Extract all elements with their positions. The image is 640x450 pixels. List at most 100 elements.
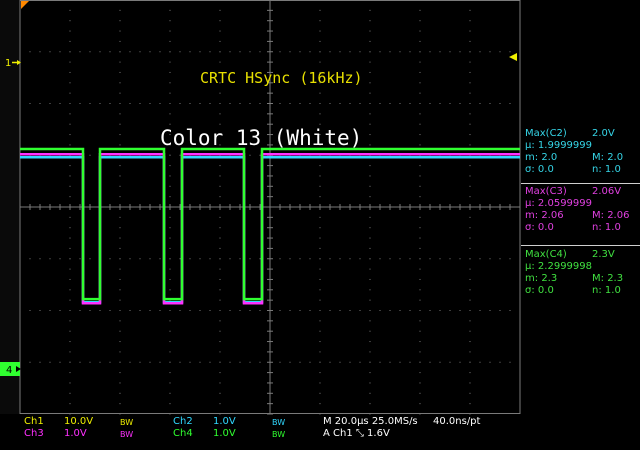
grid-dot — [429, 103, 431, 104]
max-value: 2.0 — [607, 152, 624, 163]
grid-dot — [169, 278, 171, 280]
grid-dot — [369, 237, 371, 239]
grid-dot — [319, 392, 321, 394]
grid-dot — [169, 258, 171, 260]
grid-dot — [459, 310, 461, 311]
grid-dot — [119, 351, 121, 353]
grid-dot — [209, 361, 211, 363]
ch1-scale[interactable]: 10.0V — [64, 416, 93, 428]
grid-dot — [139, 361, 141, 363]
grid-dot — [59, 103, 61, 104]
grid-dot — [59, 361, 61, 363]
grid-dot — [59, 258, 61, 260]
ch4-ground-marker[interactable]: 4 — [0, 362, 21, 376]
grid-dot — [299, 103, 301, 104]
grid-dot — [289, 258, 291, 260]
grid-dot — [169, 82, 171, 84]
grid-dot — [169, 382, 171, 384]
grid-dot — [139, 258, 141, 260]
grid-dot — [319, 196, 321, 198]
trigger-level-marker[interactable] — [509, 53, 517, 61]
ch4-scale[interactable]: 1.0V — [213, 428, 236, 440]
grid-dot — [369, 196, 371, 198]
n-value: 1.0 — [604, 164, 621, 175]
grid-dot — [479, 258, 481, 260]
min-label: m: — [525, 210, 539, 221]
grid-dot — [219, 123, 221, 125]
grid-dot — [169, 227, 171, 229]
grid-dot — [219, 103, 221, 104]
grid-dot — [429, 310, 431, 311]
grid-dot — [419, 268, 421, 270]
grid-dot — [219, 20, 221, 22]
grid-dot — [469, 310, 471, 311]
grid-dot — [479, 103, 481, 104]
grid-dot — [69, 123, 71, 125]
grid-dot — [169, 51, 171, 53]
grid-dot — [469, 216, 471, 218]
grid-dot — [469, 30, 471, 32]
grid-dot — [459, 103, 461, 104]
grid-dot — [449, 310, 451, 311]
grid-dot — [239, 258, 241, 260]
measurement-divider — [521, 245, 640, 246]
sigma-value: 0.0 — [537, 222, 554, 233]
grid-dot — [19, 103, 21, 104]
grid-dot — [189, 310, 191, 311]
grid-dot — [349, 310, 351, 311]
grid-dot — [139, 310, 141, 311]
grid-dot — [319, 258, 321, 260]
color-annotation: Color 13 (White) — [160, 126, 363, 150]
grid-dot — [249, 310, 251, 311]
grid-dot — [389, 310, 391, 311]
ch2-name[interactable]: Ch2 — [173, 416, 193, 428]
ch3-name[interactable]: Ch3 — [24, 428, 44, 440]
grid-dot — [509, 361, 511, 363]
grid-dot — [489, 361, 491, 363]
trigger-position-marker[interactable] — [21, 1, 29, 9]
grid-dot — [419, 299, 421, 301]
grid-dot — [169, 361, 171, 363]
grid-dot — [69, 227, 71, 229]
grid-dot — [209, 258, 211, 260]
grid-dot — [369, 123, 371, 125]
ch1-name[interactable]: Ch1 — [24, 416, 44, 428]
grid-dot — [119, 237, 121, 239]
grid-dot — [169, 165, 171, 167]
grid-dot — [369, 361, 371, 363]
grid-dot — [169, 30, 171, 32]
ch3-scale[interactable]: 1.0V — [64, 428, 87, 440]
trigger-readout[interactable]: A Ch1 ⤡ 1.6V — [323, 428, 390, 440]
grid-dot — [99, 361, 101, 363]
grid-dot — [119, 382, 121, 384]
ch4-name[interactable]: Ch4 — [173, 428, 193, 440]
grid-dot — [49, 258, 51, 260]
grid-dot — [469, 92, 471, 94]
resolution-readout: 40.0ns/pt — [433, 416, 481, 427]
grid-dot — [169, 320, 171, 322]
grid-dot — [119, 289, 121, 291]
grid-dot — [519, 361, 521, 363]
grid-dot — [219, 216, 221, 218]
grid-dot — [399, 103, 401, 104]
grid-dot — [369, 134, 371, 136]
grid-dot — [369, 9, 371, 11]
grid-dot — [319, 403, 321, 405]
grid-dot — [469, 227, 471, 229]
timebase-readout[interactable]: M 20.0μs 25.0MS/s — [323, 416, 418, 428]
grid-dot — [419, 361, 421, 363]
grid-dot — [479, 51, 481, 53]
grid-dot — [89, 154, 91, 156]
grid-dot — [29, 103, 31, 104]
grid-dot — [369, 330, 371, 332]
grid-dot — [129, 51, 131, 53]
grid-dot — [369, 0, 371, 1]
grid-dot — [119, 268, 121, 270]
grid-dot — [129, 361, 131, 363]
grid-dot — [319, 40, 321, 42]
grid-dot — [359, 258, 361, 260]
grid-dot — [419, 40, 421, 42]
ch2-scale[interactable]: 1.0V — [213, 416, 236, 428]
grid-dot — [469, 185, 471, 187]
grid-dot — [69, 216, 71, 218]
